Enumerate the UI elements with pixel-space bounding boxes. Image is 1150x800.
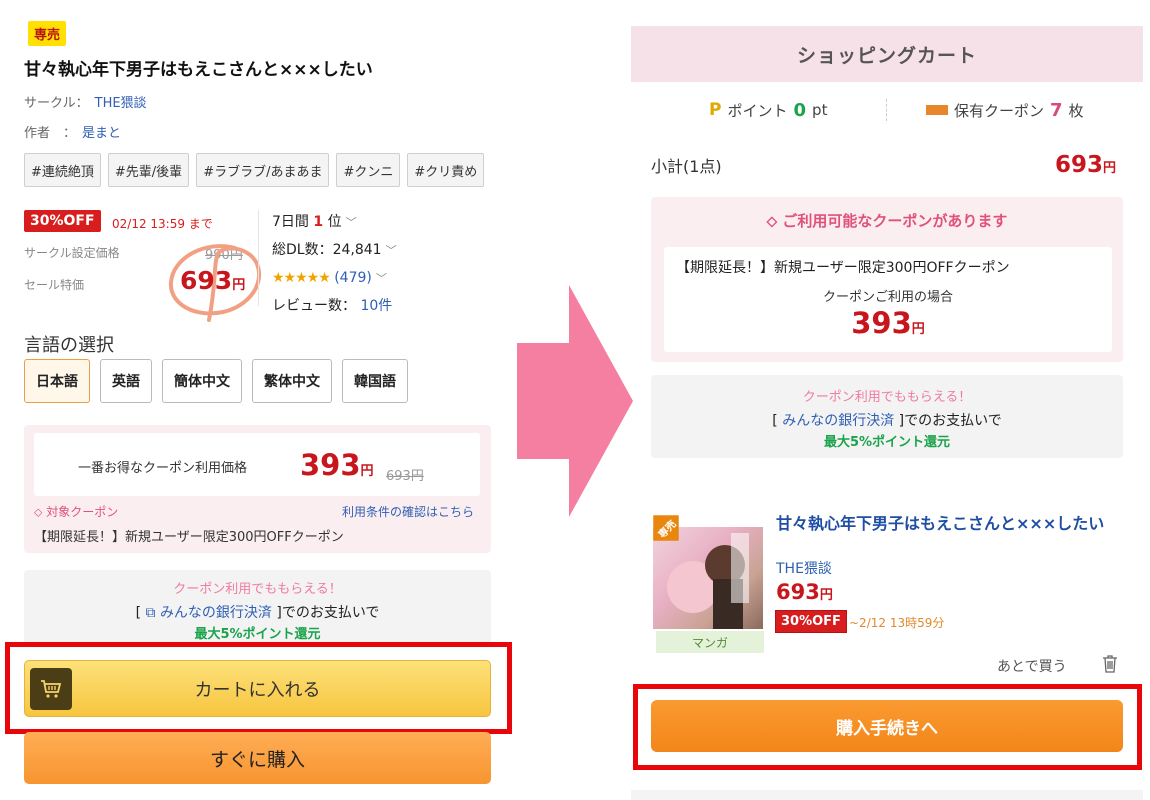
subtotal-value: 693円 [1055,152,1117,178]
sale-label: セール特価 [24,278,85,292]
points-icon: P [709,100,722,120]
bank-payment-link[interactable]: みんなの銀行決済 [160,605,272,621]
cart-item-discount-badge: 30%OFF [775,610,847,633]
tag[interactable]: #先輩/後輩 [107,153,190,187]
terms-link[interactable]: 利用条件の確認はこちら [342,503,474,520]
tag[interactable]: #ラブラブ/あまあま [196,153,330,187]
language-heading: 言語の選択 [24,335,114,356]
author-link[interactable]: 是まと [82,126,121,141]
circle-label: サークル： [24,96,89,111]
discount-badge: 30%OFF [24,210,101,232]
promo-reward: 最大5%ポイント還元 [823,435,951,450]
lang-korean-button[interactable]: 韓国語 [342,359,408,403]
buy-later-link[interactable]: あとで買う [997,656,1067,676]
buy-now-button[interactable]: すぐに購入 [24,732,491,784]
chevron-down-icon: ﹀ [385,244,397,257]
coupon-count[interactable]: 保有クーポン 7 枚 [887,100,1124,121]
promo-reward: 最大5%ポイント還元 [194,627,321,642]
lang-traditional-chinese-button[interactable]: 繁体中文 [252,359,332,403]
author-label: 作者 ： [24,126,77,141]
language-selector: 日本語 英語 簡体中文 繁体中文 韓国語 [24,359,408,403]
download-count[interactable]: 総DL数：24,841 ﹀ [272,236,508,264]
payment-promo: クーポン利用でももらえる！ [ みんなの銀行決済 ]でのお支払いで 最大5%ポイ… [651,375,1123,458]
coupon-name: 【期限延長！】新規ユーザー限定300円OFFクーポン [34,530,344,545]
cart-item-circle[interactable]: THE猥談 [776,558,832,578]
author-row: 作者 ： 是まと [24,122,121,141]
best-coupon-label: 一番お得なクーポン利用価格 [78,461,248,476]
circle-link[interactable]: THE猥談 [95,96,147,111]
best-coupon-original-price: 693円 [386,469,424,484]
lang-english-button[interactable]: 英語 [100,359,152,403]
highlight-frame [5,642,512,734]
available-coupon-title: ⬦ ご利用可能なクーポンがあります [766,212,1008,230]
available-coupon-name: 【期限延長！】新規ユーザー限定300円OFFクーポン [676,260,1010,276]
promo-text: [ ⧉ みんなの銀行決済 ]でのお支払いで [135,605,380,621]
cart-item-deadline: ~2/12 13時59分 [849,616,945,630]
star-rating-icon: ★★★★★ [272,270,331,286]
ranking[interactable]: 7日間 1 位 ﹀ [272,208,508,236]
circle-price-label: サークル設定価格 [24,246,120,260]
coupon-tag-icon: ⬦ [766,212,778,230]
lang-simplified-chinese-button[interactable]: 簡体中文 [162,359,242,403]
coupon-icon [925,105,948,115]
points-bar: P ポイント 0 pt 保有クーポン 7 枚 [651,96,1123,124]
target-coupon-label: ⬦ 対象クーポン [34,505,119,519]
promo-headline: クーポン利用でももらえる！ [173,582,342,597]
tag[interactable]: #クンニ [336,153,401,187]
trash-icon[interactable] [1102,654,1118,674]
payment-promo: クーポン利用でももらえる！ [ ⧉ みんなの銀行決済 ]でのお支払いで 最大5%… [24,570,491,645]
category-label: マンガ [656,631,764,653]
best-coupon-price: 393円 [300,448,374,482]
cart-item-price: 693円 [776,580,833,604]
bank-payment-link[interactable]: みんなの銀行決済 [782,413,894,429]
product-title: 甘々執心年下男子はもえこさんと×××したい [24,60,373,80]
points-balance: P ポイント 0 pt [709,99,828,121]
subtotal-label: 小計(1点) [651,157,722,176]
promo-text: [ みんなの銀行決済 ]でのお支払いで [772,413,1002,429]
external-link-icon: ⧉ [145,605,156,621]
coupon-applied-price: 393円 [851,306,925,340]
coupon-applied-label: クーポンご利用の場合 [822,290,953,305]
promo-headline: クーポン利用でももらえる！ [802,390,972,405]
arrow-right-icon [517,285,633,517]
highlight-frame [633,684,1142,770]
exclusive-badge: 専売 [28,21,67,46]
tag[interactable]: #連続絶頂 [24,153,101,187]
cart-header: ショッピングカート [631,26,1143,82]
tag[interactable]: #クリ責め [407,153,485,187]
review-count: レビュー数： 10件 [272,298,393,314]
sale-price: 693円 [180,266,246,295]
circle-row: サークル： THE猥談 [24,92,147,111]
lang-japanese-button[interactable]: 日本語 [24,359,90,403]
rating[interactable]: ★★★★★ (479) ﹀ [272,264,508,292]
cart-item-title[interactable]: 甘々執心年下男子はもえこさんと×××したい [776,514,1116,533]
page-footer-strip [631,790,1143,800]
chevron-down-icon: ﹀ [345,216,357,229]
stats-column: 7日間 1 位 ﹀ 総DL数：24,841 ﹀ ★★★★★ (479) ﹀ レビュー数… [258,208,508,320]
coupon-tag-icon: ⬦ [34,505,43,519]
reviews-link[interactable]: 10件 [360,298,392,314]
chevron-down-icon: ﹀ [375,272,387,285]
tag-list: #連続絶頂 #先輩/後輩 #ラブラブ/あまあま #クンニ #クリ責め [24,153,504,187]
product-thumbnail[interactable] [653,527,763,629]
